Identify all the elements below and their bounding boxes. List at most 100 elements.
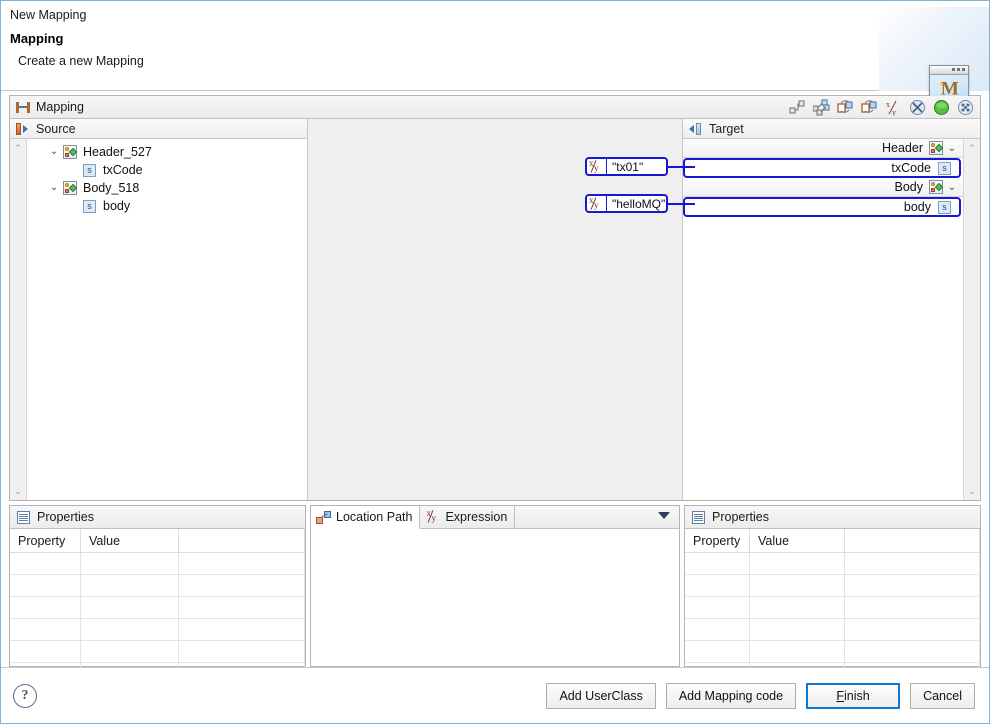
simple-type-icon: s [938, 201, 951, 214]
table-row[interactable] [10, 553, 305, 575]
table-row[interactable] [685, 641, 980, 663]
add-userclass-button[interactable]: Add UserClass [546, 683, 655, 709]
target-properties-grid[interactable]: Property Value [685, 529, 980, 666]
auto-link-all-icon[interactable] [813, 99, 830, 116]
simple-type-icon: s [83, 200, 96, 213]
tree-item-body_518[interactable]: ⌄ Body_518 [27, 179, 307, 197]
target-row-label: body [904, 200, 931, 214]
column-header-property[interactable]: Property [685, 529, 750, 552]
validate-icon[interactable] [933, 99, 950, 116]
source-properties-panel: Properties Property Value [9, 505, 306, 667]
column-header-property[interactable]: Property [10, 529, 81, 552]
add-target-node-icon[interactable] [861, 99, 878, 116]
grid-header-row: Property Value [685, 529, 980, 553]
table-cell [685, 641, 750, 662]
table-cell [845, 597, 980, 618]
column-header-extra[interactable] [179, 529, 305, 552]
expression-icon[interactable]: x y [885, 99, 902, 116]
source-header-label: Source [36, 122, 76, 136]
table-cell [10, 553, 81, 574]
table-row[interactable] [685, 575, 980, 597]
source-scrollbar[interactable]: ⌃ ⌄ [10, 139, 27, 500]
source-properties-grid[interactable]: Property Value [10, 529, 305, 666]
table-cell [10, 575, 81, 596]
twisty-icon[interactable]: ⌄ [47, 179, 61, 197]
table-cell [179, 575, 305, 596]
grid-body[interactable] [10, 553, 305, 666]
table-cell [10, 641, 81, 662]
footer-buttons: Add UserClass Add Mapping code Finish Ca… [546, 683, 975, 709]
grid-header-row: Property Value [10, 529, 305, 553]
table-row[interactable] [10, 619, 305, 641]
scroll-up-icon[interactable]: ⌃ [964, 141, 980, 155]
detail-tab-panel: Location Path xy Expression [310, 505, 680, 667]
tabstrip: Location Path xy Expression [311, 506, 679, 529]
complex-type-icon [63, 181, 77, 195]
table-cell [81, 641, 179, 662]
column-header-value[interactable]: Value [81, 529, 179, 552]
add-mapping-code-button[interactable]: Add Mapping code [666, 683, 796, 709]
column-header-value[interactable]: Value [750, 529, 845, 552]
grid-body[interactable] [685, 553, 980, 666]
table-row[interactable] [10, 641, 305, 663]
mapping-panes: Source ⌃ ⌄ ⌄ Header_527 [10, 119, 980, 500]
remove-all-links-icon[interactable] [909, 99, 926, 116]
mapping-group-label: Mapping [36, 100, 84, 114]
tree-item-txcode[interactable]: s txCode [27, 161, 307, 179]
auto-link-icon[interactable] [789, 99, 806, 116]
target-row-body[interactable]: body s [683, 197, 961, 217]
table-row[interactable] [10, 575, 305, 597]
table-cell [179, 619, 305, 640]
source-tree: ⌄ Header_527 s txCode ⌄ [27, 139, 307, 500]
column-header-extra[interactable] [845, 529, 980, 552]
mapping-icon [16, 101, 30, 114]
target-row-header[interactable]: Header ⌄ [683, 139, 963, 158]
target-icon [689, 123, 702, 135]
source-icon [16, 123, 29, 135]
table-row[interactable] [685, 619, 980, 641]
tab-location-path[interactable]: Location Path [311, 506, 420, 529]
source-pane: Source ⌃ ⌄ ⌄ Header_527 [10, 119, 308, 500]
scroll-down-icon[interactable]: ⌄ [10, 484, 26, 498]
table-cell [750, 575, 845, 596]
table-cell [750, 553, 845, 574]
tree-item-header_527[interactable]: ⌄ Header_527 [27, 143, 307, 161]
chevron-down-icon[interactable] [658, 512, 670, 519]
new-mapping-dialog: New Mapping Mapping Create a new Mapping… [0, 0, 990, 724]
table-cell [10, 597, 81, 618]
target-row-label: Body [895, 180, 924, 194]
chevron-down-icon[interactable]: ⌄ [945, 182, 959, 193]
finish-button[interactable]: Finish [806, 683, 900, 709]
target-row-txcode[interactable]: txCode s [683, 158, 961, 178]
expression-value: "helloMQ" [606, 196, 670, 211]
mapping-canvas[interactable] [308, 119, 683, 500]
table-row[interactable] [685, 597, 980, 619]
table-row[interactable] [685, 553, 980, 575]
chevron-down-icon[interactable]: ⌄ [945, 143, 959, 154]
table-cell [81, 619, 179, 640]
target-scrollbar[interactable]: ⌃ ⌄ [963, 139, 980, 500]
settings-icon[interactable] [957, 99, 974, 116]
source-header: Source [10, 119, 307, 139]
table-cell [685, 619, 750, 640]
table-cell [179, 597, 305, 618]
simple-type-icon: s [938, 162, 951, 175]
expression-node-tx01[interactable]: xy "tx01" [585, 157, 668, 176]
help-icon[interactable]: ? [13, 684, 37, 708]
mapping-group-header: Mapping [10, 96, 980, 119]
cancel-button[interactable]: Cancel [910, 683, 975, 709]
add-source-node-icon[interactable] [837, 99, 854, 116]
target-row-body-group[interactable]: Body ⌄ [683, 178, 963, 197]
tree-item-body[interactable]: s body [27, 197, 307, 215]
tab-expression[interactable]: xy Expression [420, 505, 515, 528]
complex-type-icon [63, 145, 77, 159]
scroll-down-icon[interactable]: ⌄ [964, 484, 980, 498]
table-row[interactable] [10, 597, 305, 619]
scroll-up-icon[interactable]: ⌃ [10, 141, 26, 155]
tab-content-area[interactable] [311, 529, 679, 666]
wizard-header: Mapping Create a new Mapping ✦ M [1, 29, 989, 91]
twisty-icon[interactable]: ⌄ [47, 143, 61, 161]
expression-node-hellomq[interactable]: xy "helloMQ" [585, 194, 668, 213]
expression-xy-icon: xy [588, 159, 603, 174]
target-list: Header ⌄ txCode s Body ⌄ [683, 139, 963, 500]
